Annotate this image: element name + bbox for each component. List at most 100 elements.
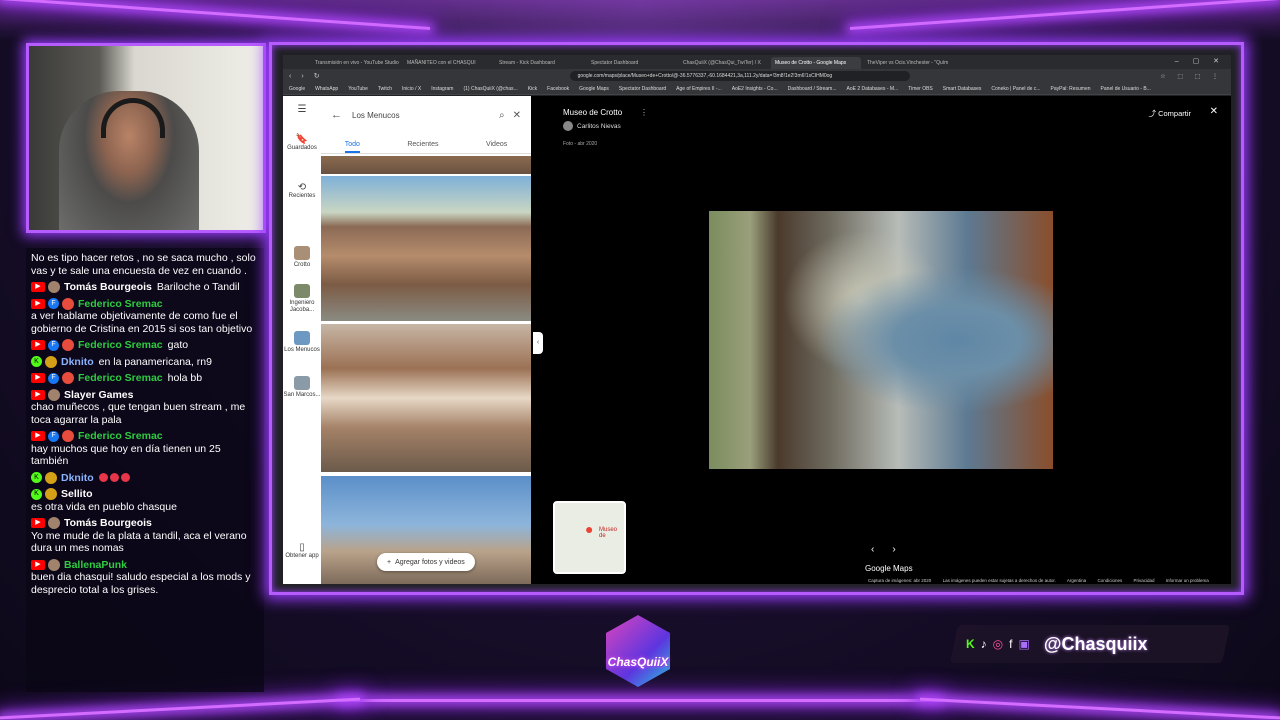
facebook-icon: F [48,339,59,351]
chat-message: ▶ F Federico Sremac gato [31,339,259,352]
chat-username[interactable]: Tomás Bourgeois [64,517,152,530]
neon-line-bottom-right [920,697,1280,720]
rail-place-2[interactable]: Los Menucos [283,331,321,354]
browser-tab[interactable]: ChasQuiiX (@ChasQui_TwiTer) / X [679,57,769,69]
rail-recent[interactable]: ⟲ Recientes [283,183,321,200]
chat-username[interactable]: Sellito [61,488,93,501]
chat-text: Yo me mude de la plata a tandil, aca el … [31,529,247,555]
place-thumb [294,376,310,390]
chat-text: en la panamericana, rn9 [98,355,212,368]
bookmark-item[interactable]: Spectator Dashboard [619,86,666,92]
footer-privacy[interactable]: Privacidad [1133,578,1154,583]
bookmark-item[interactable]: Dashboard / Stream... [788,86,837,92]
bookmark-item[interactable]: Panel de Usuario - B... [1101,86,1151,92]
viewer-footer: Captura de imágenes: abr 2020 Las imágen… [868,578,1219,583]
avatar [563,121,573,131]
screen-capture: Transmisión en vivo - YouTube Studio MAÑA… [269,42,1244,595]
chat-message-header: ▶ F Federico Sremac hola bb [31,372,259,385]
minimap[interactable]: ● Museo de [553,501,626,574]
tab-videos[interactable]: Videos [486,136,507,153]
window-controls[interactable]: – ▢ ✕ [1175,57,1225,65]
browser-tab[interactable]: TheViper vs Ocis.Vinchester - "Quím [863,57,953,69]
chat-message: ▶ F Federico Sremac a ver hablame objetivam… [31,298,259,336]
place-title: Museo de Crotto [563,108,623,117]
rail-place-1[interactable]: Ingeniero Jacoba... [283,284,321,314]
chat-username[interactable]: Federico Sremac [78,339,163,352]
back-arrow-icon[interactable]: ← [331,109,342,121]
bookmark-item[interactable]: PayPal: Resumen [1051,86,1091,92]
add-photos-button[interactable]: + Agregar fotos y videos [377,553,475,571]
next-photo-icon[interactable]: › [892,544,913,555]
more-options-icon[interactable]: ⋮ [640,108,648,117]
browser-tab[interactable]: Stream - Kick Dashboard [495,57,585,69]
bookmark-item[interactable]: WhatsApp [315,86,338,92]
chat-message: ▶ Tomás Bourgeois Bariloche o Tandil [31,281,259,294]
bookmark-item[interactable]: AoE 2 Databases - M... [847,86,899,92]
search-icon[interactable]: ⌕ [499,110,505,121]
browser-tab[interactable]: Museo de Crotto - Google Maps [771,57,861,69]
bookmark-item[interactable]: Facebook [547,86,569,92]
bookmark-item[interactable]: Instagram [431,86,453,92]
rail-place-3[interactable]: San Marcos... [283,376,321,399]
social-bar: K ♪ ◎ f ▣ @Chasquiix [949,625,1231,663]
bookmark-icon: 🔖 [295,134,309,145]
prev-photo-icon[interactable]: ‹ [871,544,892,555]
bookmark-item[interactable]: Inicio / X [402,86,421,92]
chat-username[interactable]: Dknito [61,356,94,369]
kick-icon: K [31,488,42,500]
youtube-icon: ▶ [31,298,45,309]
back-icon[interactable]: ‹ [289,73,291,80]
photo-thumbnail[interactable] [321,324,531,472]
rail-saved[interactable]: 🔖 Guardados [283,134,321,152]
chat-username[interactable]: Federico Sremac [78,430,163,443]
bookmark-item[interactable]: Coneko | Panel de c... [991,86,1040,92]
chat-username[interactable]: Dknito [61,472,94,485]
search-input[interactable]: Los Menucos [352,111,491,120]
chat-username[interactable]: Slayer Games [64,389,133,402]
bookmark-item[interactable]: Timer OBS [908,86,933,92]
reload-icon[interactable]: ↻ [314,72,320,80]
rail-place-0[interactable]: Crotto [283,246,321,269]
browser-tab[interactable]: MAÑANITEO con el CHASQUI [403,57,493,69]
chat-username[interactable]: BallenaPunk [64,559,127,572]
photo-thumbnail[interactable] [321,156,531,174]
bookmark-item[interactable]: Google [289,86,305,92]
tab-recent[interactable]: Recientes [407,136,438,153]
main-photo[interactable] [709,211,1053,469]
bookmark-item[interactable]: (1) ChasQuiiX (@chas... [463,86,517,92]
forward-icon[interactable]: › [301,73,303,80]
chat-message-header: ▶ Tomás Bourgeois [31,517,259,530]
rail-place-label: Los Menucos [284,347,320,353]
menu-button[interactable]: ☰ [283,105,321,115]
footer-report[interactable]: Informar un problema [1166,578,1209,583]
get-app-button[interactable]: ▯ Obtener app [283,543,321,560]
bookmark-item[interactable]: AoE2 Insights - Co... [732,86,778,92]
minimap-label: Museo de [599,527,618,539]
chat-username[interactable]: Federico Sremac [78,298,163,311]
tab-all[interactable]: Todo [344,136,360,153]
collapse-panel-button[interactable]: ‹ [533,332,543,354]
chat-text: chao muñecos , que tengan buen stream , … [31,401,246,426]
chat-username[interactable]: Tomás Bourgeois [64,281,152,294]
browser-tab[interactable]: Transmisión en vivo - YouTube Studio [311,57,401,69]
emote-icon [98,473,108,483]
url-field[interactable]: google.com/maps/place/Museo+de+Crotto/@-… [569,71,910,81]
close-viewer-icon[interactable]: ✕ [1210,106,1218,117]
facebook-icon: F [48,298,59,310]
bookmark-item[interactable]: Kick [528,86,537,92]
bookmark-item[interactable]: Twitch [378,86,392,92]
browser-tab[interactable]: Spectator Dashboard [587,57,677,69]
chat-username[interactable]: Federico Sremac [78,372,163,385]
footer-terms[interactable]: Condiciones [1097,578,1122,583]
share-button[interactable]: ⤴ Compartir [1148,108,1191,119]
chat-message-header: ▶ F Federico Sremac [31,430,259,443]
bookmark-item[interactable]: Age of Empires II -... [676,86,722,92]
extension-icons[interactable]: ☆ ⬚ ⬚ ⋮ [1160,73,1223,80]
photo-thumbnail[interactable] [321,176,531,321]
bookmark-item[interactable]: Google Maps [579,86,609,92]
bookmark-item[interactable]: Smart Databases [943,86,982,92]
close-icon[interactable]: ✕ [513,110,521,121]
bookmark-item[interactable]: YouTube [348,86,368,92]
photo-author[interactable]: Carlitos Nievas [563,121,621,131]
footer-country[interactable]: Argentina [1067,578,1086,583]
